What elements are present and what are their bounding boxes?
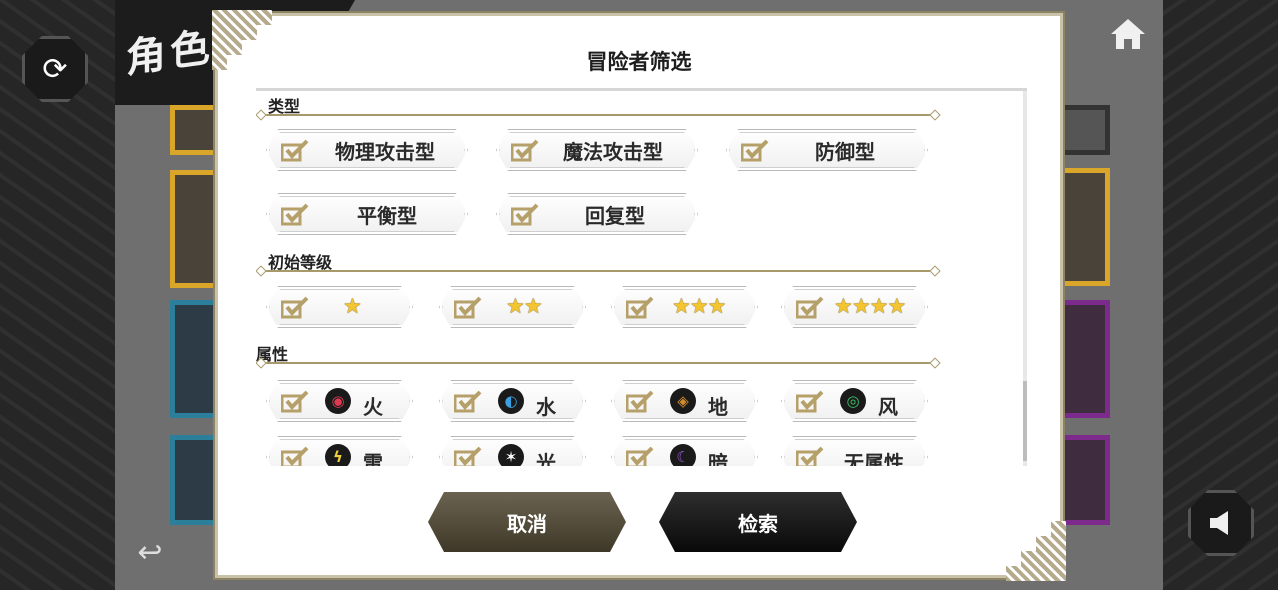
home-icon (1111, 19, 1145, 49)
cancel-button[interactable]: 取消 (428, 492, 626, 552)
wind-element-icon: ◎ (840, 388, 866, 414)
checkmark-icon (454, 295, 482, 319)
option-label: 魔法攻击型 (563, 139, 663, 164)
star-rating: ★★★★ (834, 294, 906, 318)
section-divider (260, 114, 936, 116)
option-label: 平衡型 (357, 203, 417, 228)
option-label: 水 (536, 395, 556, 419)
checkmark-icon (626, 389, 654, 413)
filter-option-2-star[interactable]: ★★ (439, 286, 586, 328)
checkmark-icon (626, 295, 654, 319)
dialog-title: 冒险者筛选 (586, 50, 692, 74)
checkmark-icon (281, 138, 309, 162)
star-rating: ★★★ (672, 294, 726, 318)
earth-element-icon: ◈ (670, 388, 696, 414)
option-label: 回复型 (585, 203, 645, 228)
light-element-icon: ✶ (498, 444, 524, 466)
back-arrow-icon: ↩ (137, 534, 163, 570)
corner-ornament (1006, 521, 1066, 581)
character-card[interactable] (1058, 300, 1110, 418)
checkmark-icon (511, 202, 539, 226)
refresh-icon: ⟳ (42, 51, 68, 87)
filter-option-heal[interactable]: 回复型 (496, 193, 698, 235)
checkmark-icon (281, 445, 309, 466)
character-card[interactable] (1058, 435, 1110, 525)
checkmark-icon (281, 202, 309, 226)
character-card[interactable] (1058, 168, 1110, 286)
option-label: 雷 (363, 451, 383, 466)
scrollbar-thumb[interactable] (1023, 381, 1027, 461)
checkmark-icon (796, 389, 824, 413)
filter-option-fire[interactable]: ◉ 火 (266, 380, 413, 422)
star-rating: ★ (343, 294, 361, 318)
sound-button[interactable] (1188, 490, 1254, 556)
checkmark-icon (281, 389, 309, 413)
refresh-button[interactable]: ⟳ (22, 36, 88, 102)
filter-option-defense[interactable]: 防御型 (726, 129, 928, 171)
option-label: 火 (363, 395, 383, 419)
filter-option-3-star[interactable]: ★★★ (611, 286, 758, 328)
filter-scroll-area[interactable]: 类型 物理攻击型 魔法攻击型 防御型 平衡型 回复型 初始等级 ★ ★★ ★★★… (256, 88, 1027, 466)
filter-option-earth[interactable]: ◈ 地 (611, 380, 758, 422)
checkmark-icon (796, 295, 824, 319)
thunder-element-icon: ϟ (325, 444, 351, 466)
search-button[interactable]: 检索 (659, 492, 857, 552)
filter-option-wind[interactable]: ◎ 风 (781, 380, 928, 422)
character-card[interactable] (1058, 105, 1110, 155)
filter-option-physical[interactable]: 物理攻击型 (266, 129, 468, 171)
checkmark-icon (796, 445, 824, 466)
water-element-icon: ◐ (498, 388, 524, 414)
filter-option-1-star[interactable]: ★ (266, 286, 413, 328)
option-label: 光 (536, 451, 556, 466)
filter-option-magic[interactable]: 魔法攻击型 (496, 129, 698, 171)
section-divider (260, 362, 936, 364)
checkmark-icon (511, 138, 539, 162)
filter-option-light[interactable]: ✶ 光 (439, 436, 586, 466)
checkmark-icon (626, 445, 654, 466)
filter-dialog: 冒险者筛选 类型 物理攻击型 魔法攻击型 防御型 平衡型 回复型 初始等级 ★ … (212, 10, 1066, 581)
option-label: 物理攻击型 (335, 139, 435, 164)
home-button[interactable] (1100, 10, 1156, 58)
filter-option-balance[interactable]: 平衡型 (266, 193, 468, 235)
filter-option-no-element[interactable]: 无属性 (781, 436, 928, 466)
section-divider (260, 270, 936, 272)
speaker-icon (1210, 511, 1228, 535)
filter-option-water[interactable]: ◐ 水 (439, 380, 586, 422)
scrollbar[interactable] (1023, 91, 1027, 466)
checkmark-icon (454, 389, 482, 413)
option-label: 风 (878, 395, 898, 419)
filter-option-4-star[interactable]: ★★★★ (781, 286, 928, 328)
dark-element-icon: ☾ (670, 444, 696, 466)
checkmark-icon (281, 295, 309, 319)
filter-option-thunder[interactable]: ϟ 雷 (266, 436, 413, 466)
option-label: 防御型 (815, 139, 875, 164)
star-rating: ★★ (506, 294, 542, 318)
checkmark-icon (454, 445, 482, 466)
option-label: 地 (708, 395, 728, 419)
option-label: 无属性 (844, 451, 904, 466)
checkmark-icon (741, 138, 769, 162)
fire-element-icon: ◉ (325, 388, 351, 414)
option-label: 暗 (708, 451, 728, 466)
filter-option-dark[interactable]: ☾ 暗 (611, 436, 758, 466)
back-button[interactable]: ↩ (128, 530, 172, 574)
